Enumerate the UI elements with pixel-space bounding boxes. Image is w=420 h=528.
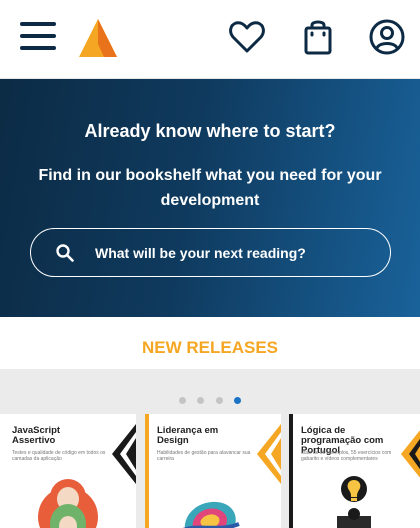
book-title: JavaScript Assertivo bbox=[12, 425, 61, 446]
search-input[interactable] bbox=[95, 241, 375, 265]
carousel-dot-active[interactable] bbox=[233, 397, 241, 404]
search-icon[interactable] bbox=[55, 243, 75, 263]
book-card[interactable]: Lógica de programação com Portugol Mais … bbox=[289, 414, 420, 528]
matryoshka-illustration bbox=[38, 479, 98, 528]
lightbulb-illustration bbox=[337, 476, 371, 528]
shopping-bag-icon[interactable] bbox=[299, 18, 337, 56]
brushstroke-illustration bbox=[182, 501, 240, 528]
carousel-dot[interactable] bbox=[197, 397, 205, 404]
book-stripe bbox=[145, 414, 149, 528]
new-releases-carousel[interactable]: JavaScript Assertivo Testes e qualidade … bbox=[0, 369, 420, 528]
chevron-left-icon bbox=[401, 430, 420, 478]
book-stripe bbox=[289, 414, 293, 528]
chevron-left-icon bbox=[257, 424, 281, 484]
book-title: Liderança em Design bbox=[157, 425, 219, 446]
heart-icon[interactable] bbox=[228, 18, 266, 56]
book-subtitle: Habilidades de gestão para alavancar sua… bbox=[157, 450, 251, 462]
carousel-dots bbox=[0, 389, 420, 404]
user-circle-icon[interactable] bbox=[368, 18, 406, 56]
book-card[interactable]: Liderança em Design Habilidades de gestã… bbox=[145, 414, 281, 528]
triangle-logo[interactable] bbox=[78, 18, 118, 58]
hero-title: Already know where to start? bbox=[84, 121, 336, 141]
hero-subtitle: Find in our bookshelf what you need for … bbox=[38, 167, 382, 209]
book-card[interactable]: JavaScript Assertivo Testes e qualidade … bbox=[0, 414, 136, 528]
new-releases-heading: NEW RELEASES bbox=[0, 317, 420, 369]
search-box[interactable] bbox=[30, 228, 391, 277]
book-subtitle: Testes e qualidade de código em todos os… bbox=[12, 450, 106, 462]
book-subtitle: Mais de 80 exemplos, 55 exercícios com g… bbox=[301, 450, 392, 462]
hamburger-menu-icon[interactable] bbox=[20, 22, 56, 50]
carousel-dot[interactable] bbox=[179, 397, 187, 404]
carousel-dot[interactable] bbox=[215, 397, 223, 404]
top-header bbox=[0, 0, 420, 79]
chevron-left-icon bbox=[112, 424, 136, 484]
hero-banner: Already know where to start? Find in our… bbox=[0, 79, 420, 317]
